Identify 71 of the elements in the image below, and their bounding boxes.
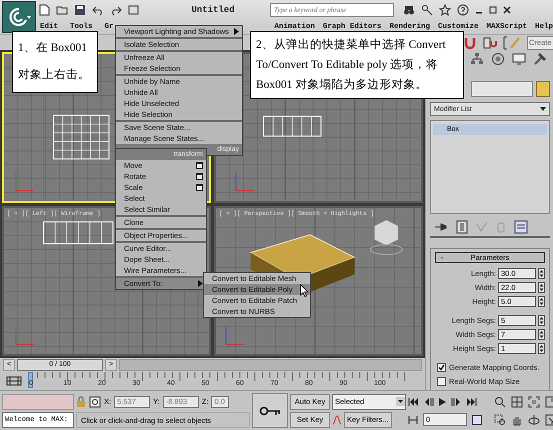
axis-tripod-icon: [225, 326, 244, 345]
configure-sets-icon[interactable]: [514, 220, 528, 234]
absolute-mode-icon[interactable]: [89, 396, 101, 408]
axis-tripod-icon: [15, 326, 34, 345]
redo-icon[interactable]: [110, 4, 122, 16]
spinner-icon[interactable]: [538, 268, 545, 279]
view-cube-icon[interactable]: [370, 219, 403, 255]
dropdown-arrow-icon: [540, 107, 546, 111]
spinner-icon[interactable]: [538, 343, 545, 354]
binoculars-icon[interactable]: [403, 4, 415, 16]
star-icon[interactable]: [439, 4, 451, 16]
script-output-field[interactable]: [2, 394, 74, 410]
settings-box-icon[interactable]: [196, 162, 203, 169]
object-name-field[interactable]: [471, 81, 533, 97]
collapse-sign: -: [440, 253, 444, 262]
zoom-all-icon[interactable]: [511, 396, 523, 408]
maximize-icon[interactable]: [489, 6, 497, 14]
axis-tripod-icon: [15, 172, 34, 192]
spinner-icon[interactable]: [538, 329, 545, 340]
submenu-arrow-icon[interactable]: [198, 280, 203, 287]
app-menu-button[interactable]: [2, 1, 36, 33]
magnet-icon[interactable]: [463, 36, 477, 50]
dropdown-arrow-icon: [396, 397, 405, 406]
wireframe-box-drawing[interactable]: [43, 220, 114, 244]
go-to-end-icon[interactable]: [466, 398, 477, 406]
time-config-icon[interactable]: [472, 414, 482, 424]
axis-tripod-icon: [235, 172, 254, 192]
help-icon[interactable]: [457, 4, 469, 16]
motion-icon[interactable]: [491, 52, 505, 66]
settings-box-icon[interactable]: [196, 184, 203, 191]
curve-icon[interactable]: [332, 414, 342, 426]
zoom-icon[interactable]: [494, 396, 506, 408]
save-icon[interactable]: [74, 4, 86, 16]
settings-box-icon[interactable]: [196, 173, 203, 180]
hammer-icon[interactable]: [533, 52, 547, 66]
orbit-icon[interactable]: [528, 414, 540, 426]
spinner-icon[interactable]: [538, 315, 545, 326]
go-to-start-icon[interactable]: [408, 398, 419, 406]
instruction-tooltip: 2、从弹出的快捷菜单中选择 Convert To/Convert To Editable poly 选项，将 Box001 对象塌陷为多边形对象。: [250, 31, 464, 99]
next-frame-icon[interactable]: [451, 398, 461, 406]
monitor-icon[interactable]: [512, 52, 526, 66]
mouse-pointer-icon: [300, 284, 309, 297]
pin-icon[interactable]: [434, 221, 448, 233]
zoom-extents-icon[interactable]: [528, 396, 540, 408]
show-end-result-icon[interactable]: [456, 220, 468, 234]
hierarchy-icon[interactable]: [470, 52, 484, 66]
key-mode-toggle-icon[interactable]: [408, 416, 418, 424]
play-icon[interactable]: [439, 398, 446, 406]
edit-named-selection-icon[interactable]: [503, 36, 521, 50]
object-color-swatch[interactable]: [536, 81, 550, 97]
close-icon[interactable]: [503, 6, 511, 14]
checkbox[interactable]: [437, 363, 446, 372]
wireframe-box-drawing[interactable]: [263, 116, 322, 137]
previous-frame-icon[interactable]: [424, 398, 434, 406]
spinner-icon[interactable]: [538, 296, 545, 307]
track-bar-icon[interactable]: [6, 375, 22, 387]
undo-icon[interactable]: [92, 4, 104, 16]
time-marker[interactable]: [28, 372, 33, 388]
swirl-logo-icon: [7, 6, 31, 28]
instruction-tooltip: 1、在 Box001 对象上右击。: [12, 31, 98, 93]
lock-icon[interactable]: [76, 396, 86, 408]
spinner-magnet-icon[interactable]: [483, 36, 497, 50]
window-title: Untitled: [190, 5, 236, 15]
folder-icon[interactable]: [56, 4, 68, 16]
zoom-region-icon[interactable]: [494, 414, 506, 426]
set-key-button[interactable]: [252, 393, 288, 428]
submenu-arrow-icon[interactable]: [234, 28, 239, 35]
checkbox[interactable]: [437, 377, 446, 386]
new-file-icon[interactable]: [38, 4, 50, 16]
spinner-icon[interactable]: [538, 282, 545, 293]
wireframe-box-drawing[interactable]: [53, 114, 110, 160]
